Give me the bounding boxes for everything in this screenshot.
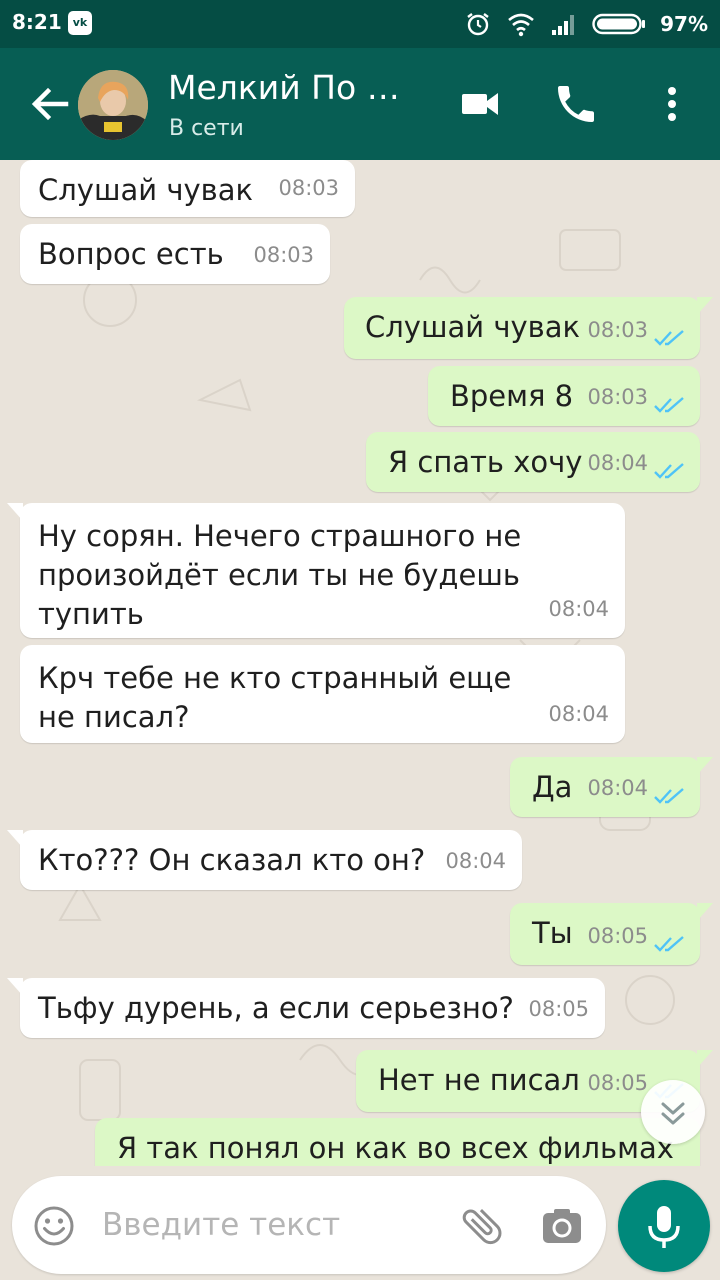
contact-avatar[interactable] (78, 70, 148, 140)
wifi-icon (508, 13, 534, 37)
double-check-read-icon (654, 788, 684, 804)
double-chevron-down-icon (661, 1102, 685, 1125)
message-time: 08:03 (587, 318, 648, 342)
video-call-icon (462, 93, 498, 115)
camera-icon (543, 1209, 581, 1243)
message-time: 08:04 (548, 702, 609, 726)
video-call-button[interactable] (456, 78, 504, 130)
message-text: Нет не писал (378, 1063, 580, 1097)
avatar-image (78, 70, 148, 140)
composer-bar (0, 1166, 720, 1280)
status-time: 8:21 (12, 10, 62, 34)
vk-notification-icon: vk (68, 11, 92, 35)
message-incoming[interactable]: Кто??? Он сказал кто он? 08:04 (7, 830, 522, 890)
double-check-read-icon (654, 936, 684, 952)
message-time: 08:05 (587, 924, 648, 948)
status-icons: 97% (464, 8, 708, 40)
message-time: 08:03 (253, 243, 314, 267)
contact-name[interactable]: Мелкий По Ж… (168, 68, 430, 107)
chat-header: Мелкий По Ж… В сети (0, 48, 720, 160)
message-text: Крч тебе не кто странный еще не писал? (38, 661, 512, 734)
message-time: 08:05 (528, 997, 589, 1021)
bubble-tail (7, 978, 23, 996)
bubble-tail (697, 297, 713, 315)
message-incoming[interactable]: Слушай чувак 08:03 (20, 160, 355, 217)
attach-button[interactable] (458, 1202, 506, 1250)
message-time: 08:04 (445, 849, 506, 873)
contact-online-status: В сети (169, 116, 244, 141)
message-time: 08:04 (587, 776, 648, 800)
microphone-icon (648, 1206, 680, 1248)
bubble-tail (7, 830, 23, 848)
message-outgoing[interactable]: Да 08:04 (510, 757, 713, 817)
message-outgoing[interactable]: Я спать хочу 08:04 (366, 432, 700, 492)
message-text: Слушай чувак (38, 173, 253, 207)
message-time: 08:05 (587, 1071, 648, 1095)
message-text: Время 8 (450, 379, 574, 413)
bubble-tail (697, 903, 713, 921)
phone-icon (558, 86, 594, 122)
message-text: Вопрос есть (38, 237, 224, 271)
voice-message-button[interactable] (618, 1180, 710, 1272)
message-outgoing[interactable]: Я так понял он как во всех фильмах (95, 1118, 700, 1166)
scroll-to-bottom-button[interactable] (641, 1080, 705, 1144)
battery-percentage: 97% (660, 12, 708, 36)
more-vert-icon (668, 87, 676, 121)
message-text: Кто??? Он сказал кто он? (38, 843, 426, 877)
message-list[interactable]: Слушай чувак 08:03 Вопрос есть 08:03 Слу… (0, 160, 720, 1166)
camera-button[interactable] (538, 1202, 586, 1250)
alarm-icon (467, 13, 489, 36)
message-time: 08:04 (548, 597, 609, 621)
message-text: Ты (532, 916, 573, 950)
message-outgoing[interactable]: Слушай чувак 08:03 (344, 297, 713, 359)
double-check-read-icon (654, 397, 684, 413)
message-text: Тьфу дурень, а если серьезно? (38, 991, 514, 1025)
paperclip-icon (462, 1209, 502, 1245)
message-outgoing[interactable]: Время 8 08:03 (428, 366, 700, 426)
arrow-left-icon (31, 87, 69, 121)
signal-icon (552, 15, 575, 35)
message-text: Слушай чувак (365, 310, 580, 344)
message-incoming[interactable]: Ну сорян. Нечего страшного не произойдёт… (7, 503, 625, 638)
bubble-tail (697, 757, 713, 775)
message-time: 08:03 (587, 385, 648, 409)
message-incoming[interactable]: Крч тебе не кто странный еще не писал? 0… (20, 645, 625, 743)
message-time: 08:04 (587, 451, 648, 475)
message-input[interactable] (102, 1200, 432, 1250)
message-time: 08:03 (278, 176, 339, 200)
back-button[interactable] (26, 80, 74, 128)
message-text: Да (532, 770, 573, 804)
emoji-icon (34, 1206, 74, 1246)
message-text: Я так понял он как во всех фильмах (117, 1131, 674, 1165)
message-text: Я спать хочу (388, 445, 583, 479)
double-check-read-icon (654, 463, 684, 479)
bubble-tail (697, 1050, 713, 1068)
status-bar: 8:21 vk 97% (0, 0, 720, 48)
message-incoming[interactable]: Тьфу дурень, а если серьезно? 08:05 (7, 978, 605, 1038)
emoji-button[interactable] (32, 1204, 76, 1248)
more-options-button[interactable] (648, 78, 696, 130)
voice-call-button[interactable] (552, 78, 600, 130)
bubble-tail (7, 503, 23, 521)
message-text: Ну сорян. Нечего страшного не произойдёт… (38, 519, 522, 631)
battery-icon (592, 13, 646, 35)
message-outgoing[interactable]: Ты 08:05 (510, 903, 713, 965)
message-input-container (12, 1176, 606, 1274)
message-incoming[interactable]: Вопрос есть 08:03 (20, 224, 330, 284)
double-check-read-icon (654, 330, 684, 346)
